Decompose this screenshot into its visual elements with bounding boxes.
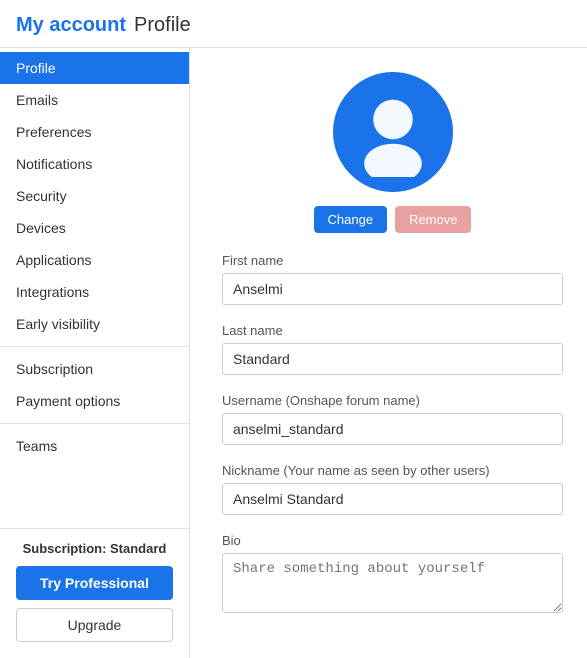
main-content: Change Remove First name Last name Usern… [190,48,587,658]
sidebar-item-devices[interactable]: Devices [0,212,189,244]
sidebar-item-subscription[interactable]: Subscription [0,353,189,385]
upgrade-button[interactable]: Upgrade [16,608,173,642]
first-name-label: First name [222,253,563,268]
sidebar-divider-2 [0,423,189,424]
sidebar-item-preferences[interactable]: Preferences [0,116,189,148]
change-avatar-button[interactable]: Change [314,206,388,233]
bio-label: Bio [222,533,563,548]
sidebar-item-security[interactable]: Security [0,180,189,212]
remove-avatar-button[interactable]: Remove [395,206,471,233]
sidebar-item-early-visibility[interactable]: Early visibility [0,308,189,340]
avatar [333,72,453,192]
subscription-label: Subscription: Standard [16,541,173,556]
first-name-group: First name [222,253,563,305]
sidebar-item-integrations[interactable]: Integrations [0,276,189,308]
nickname-group: Nickname (Your name as seen by other use… [222,463,563,515]
avatar-section: Change Remove [222,72,563,233]
sidebar-item-emails[interactable]: Emails [0,84,189,116]
bio-textarea[interactable] [222,553,563,613]
last-name-input[interactable] [222,343,563,375]
main-layout: Profile Emails Preferences Notifications… [0,48,587,658]
sidebar-bottom: Subscription: Standard Try Professional … [0,528,189,658]
username-label: Username (Onshape forum name) [222,393,563,408]
first-name-input[interactable] [222,273,563,305]
last-name-label: Last name [222,323,563,338]
sidebar-item-applications[interactable]: Applications [0,244,189,276]
sidebar-divider-1 [0,346,189,347]
avatar-buttons: Change Remove [314,206,472,233]
sidebar-item-notifications[interactable]: Notifications [0,148,189,180]
page-header: My account Profile [0,0,587,48]
last-name-group: Last name [222,323,563,375]
sidebar-item-payment-options[interactable]: Payment options [0,385,189,417]
page-section-title: Profile [134,14,191,37]
nickname-label: Nickname (Your name as seen by other use… [222,463,563,478]
bio-group: Bio [222,533,563,616]
username-group: Username (Onshape forum name) [222,393,563,445]
nickname-input[interactable] [222,483,563,515]
sidebar-item-profile[interactable]: Profile [0,52,189,84]
sidebar-nav: Profile Emails Preferences Notifications… [0,52,189,528]
username-input[interactable] [222,413,563,445]
my-account-title: My account [16,14,126,37]
sidebar: Profile Emails Preferences Notifications… [0,48,190,658]
avatar-icon [348,87,438,177]
sidebar-item-teams[interactable]: Teams [0,430,189,462]
try-professional-button[interactable]: Try Professional [16,566,173,600]
